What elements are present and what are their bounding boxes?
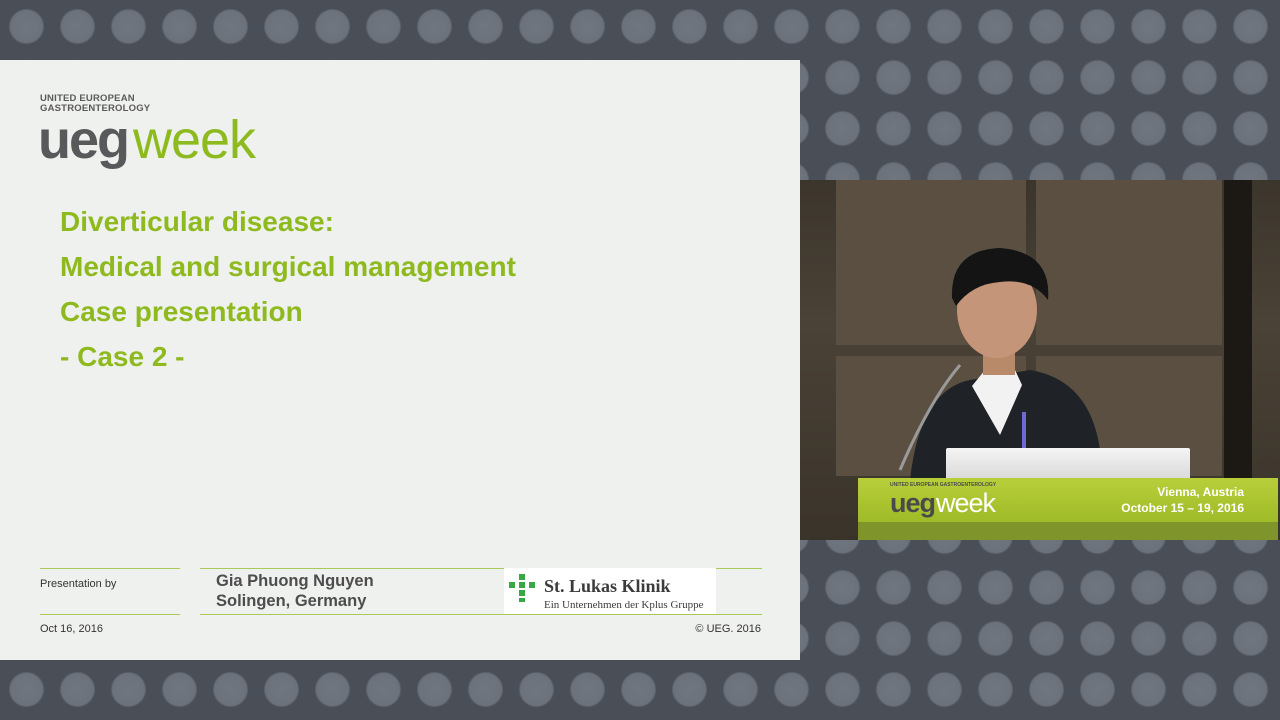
title-line: Medical and surgical management	[60, 251, 516, 282]
slide-title: Diverticular disease: Medical and surgic…	[60, 202, 516, 382]
author-location: Solingen, Germany	[216, 592, 367, 610]
laptop	[946, 448, 1190, 480]
title-line: Diverticular disease:	[60, 206, 334, 237]
podium-dates: October 15 – 19, 2016	[1121, 501, 1244, 515]
ueg-week-logo: UNITED EUROPEAN GASTROENTEROLOGY ueg wee…	[38, 94, 256, 171]
footer-rule-right-bottom	[200, 614, 762, 615]
presentation-date: Oct 16, 2016	[40, 623, 103, 635]
title-line: - Case 2 -	[60, 341, 185, 372]
presentation-by-label: Presentation by	[40, 578, 117, 590]
podium-city: Vienna, Austria	[1157, 485, 1244, 499]
footer-rule-left-bottom	[40, 614, 180, 615]
podium-week-text: week	[936, 488, 996, 518]
logo-ueg-text: ueg	[38, 110, 130, 170]
podium-location: Vienna, Austria October 15 – 19, 2016	[1121, 484, 1244, 516]
clinic-name: St. Lukas Klinik	[544, 576, 671, 596]
footer-rule-left-top	[40, 568, 180, 569]
presentation-slide: UNITED EUROPEAN GASTROENTEROLOGY ueg wee…	[0, 60, 800, 660]
author-info: Gia Phuong Nguyen Solingen, Germany	[216, 571, 374, 611]
clinic-cross-icon	[509, 574, 535, 602]
title-line: Case presentation	[60, 296, 303, 327]
copyright-notice: © UEG. 2016	[695, 623, 761, 635]
podium-banner: UNITED EUROPEAN GASTROENTEROLOGY ueg wee…	[858, 478, 1278, 522]
author-name: Gia Phuong Nguyen	[216, 572, 374, 590]
clinic-subtitle: Ein Unternehmen der Kplus Gruppe	[544, 599, 704, 611]
clinic-logo: St. Lukas Klinik Ein Unternehmen der Kpl…	[504, 568, 716, 614]
podium-ueg-text: ueg	[890, 488, 936, 518]
logo-week-text: week	[133, 110, 256, 170]
speaker-video[interactable]: UNITED EUROPEAN GASTROENTEROLOGY ueg wee…	[800, 180, 1280, 540]
podium-base	[858, 522, 1278, 540]
